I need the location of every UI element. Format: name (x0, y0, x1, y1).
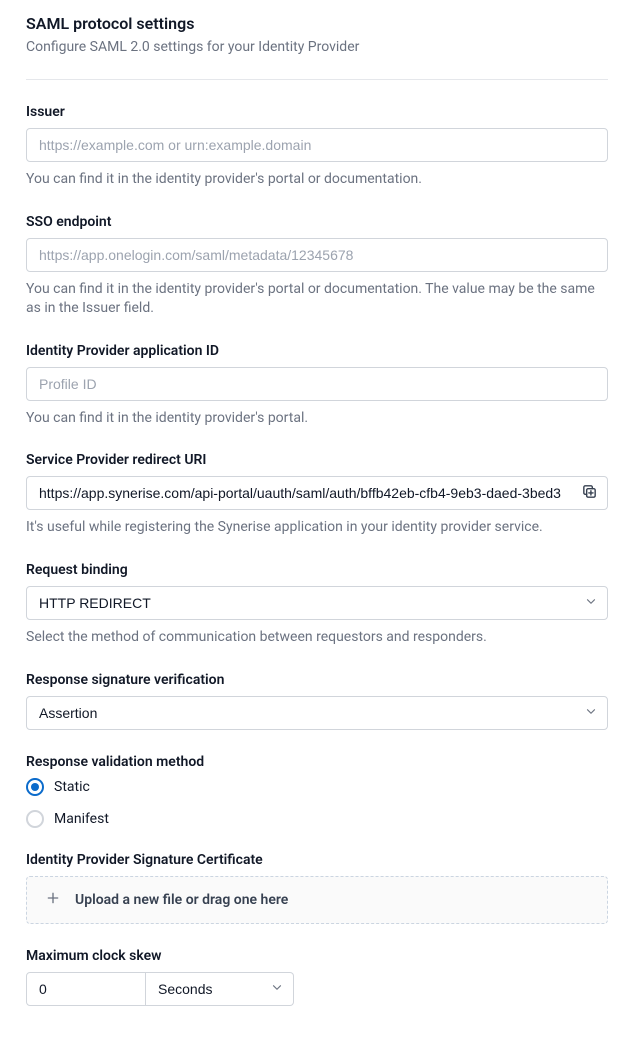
plus-icon (45, 890, 61, 910)
radio-indicator-icon (26, 778, 44, 796)
idp-app-id-label: Identity Provider application ID (26, 343, 608, 359)
radio-static-label: Static (54, 779, 90, 795)
idp-app-id-field-group: Identity Provider application ID You can… (26, 343, 608, 429)
clock-skew-unit-select[interactable]: Seconds (146, 972, 294, 1006)
sp-redirect-uri-label: Service Provider redirect URI (26, 452, 608, 468)
copy-icon (581, 483, 598, 503)
request-binding-field-group: Request binding HTTP REDIRECT Select the… (26, 562, 608, 648)
idp-app-id-input[interactable] (26, 367, 608, 401)
copy-button[interactable] (576, 480, 602, 506)
sso-endpoint-field-group: SSO endpoint You can find it in the iden… (26, 214, 608, 319)
issuer-helper: You can find it in the identity provider… (26, 170, 608, 190)
sso-endpoint-label: SSO endpoint (26, 214, 608, 230)
request-binding-label: Request binding (26, 562, 608, 578)
response-sig-verify-select[interactable]: Assertion (26, 696, 608, 730)
page-subtitle: Configure SAML 2.0 settings for your Ide… (26, 39, 608, 55)
upload-dropzone[interactable]: Upload a new file or drag one here (26, 876, 608, 924)
radio-static[interactable]: Static (26, 778, 608, 796)
response-validation-label: Response validation method (26, 754, 608, 770)
sso-endpoint-input[interactable] (26, 238, 608, 272)
sp-redirect-uri-helper: It's useful while registering the Syneri… (26, 518, 608, 538)
section-divider (26, 79, 608, 80)
idp-cert-field-group: Identity Provider Signature Certificate … (26, 852, 608, 924)
radio-manifest[interactable]: Manifest (26, 810, 608, 828)
response-sig-verify-label: Response signature verification (26, 672, 608, 688)
clock-skew-input[interactable] (26, 972, 146, 1006)
issuer-label: Issuer (26, 104, 608, 120)
dropzone-text: Upload a new file or drag one here (75, 892, 288, 908)
idp-cert-label: Identity Provider Signature Certificate (26, 852, 608, 868)
radio-manifest-label: Manifest (54, 811, 109, 827)
request-binding-helper: Select the method of communication betwe… (26, 628, 608, 648)
clock-skew-label: Maximum clock skew (26, 948, 608, 964)
issuer-field-group: Issuer You can find it in the identity p… (26, 104, 608, 190)
clock-skew-field-group: Maximum clock skew Seconds (26, 948, 608, 1006)
sp-redirect-uri-field-group: Service Provider redirect URI It's usefu… (26, 452, 608, 538)
sp-redirect-uri-input[interactable] (26, 476, 608, 510)
idp-app-id-helper: You can find it in the identity provider… (26, 409, 608, 429)
request-binding-select[interactable]: HTTP REDIRECT (26, 586, 608, 620)
page-title: SAML protocol settings (26, 14, 608, 33)
response-sig-verify-field-group: Response signature verification Assertio… (26, 672, 608, 730)
radio-indicator-icon (26, 810, 44, 828)
issuer-input[interactable] (26, 128, 608, 162)
sso-endpoint-helper: You can find it in the identity provider… (26, 280, 608, 319)
response-validation-field-group: Response validation method Static Manife… (26, 754, 608, 828)
